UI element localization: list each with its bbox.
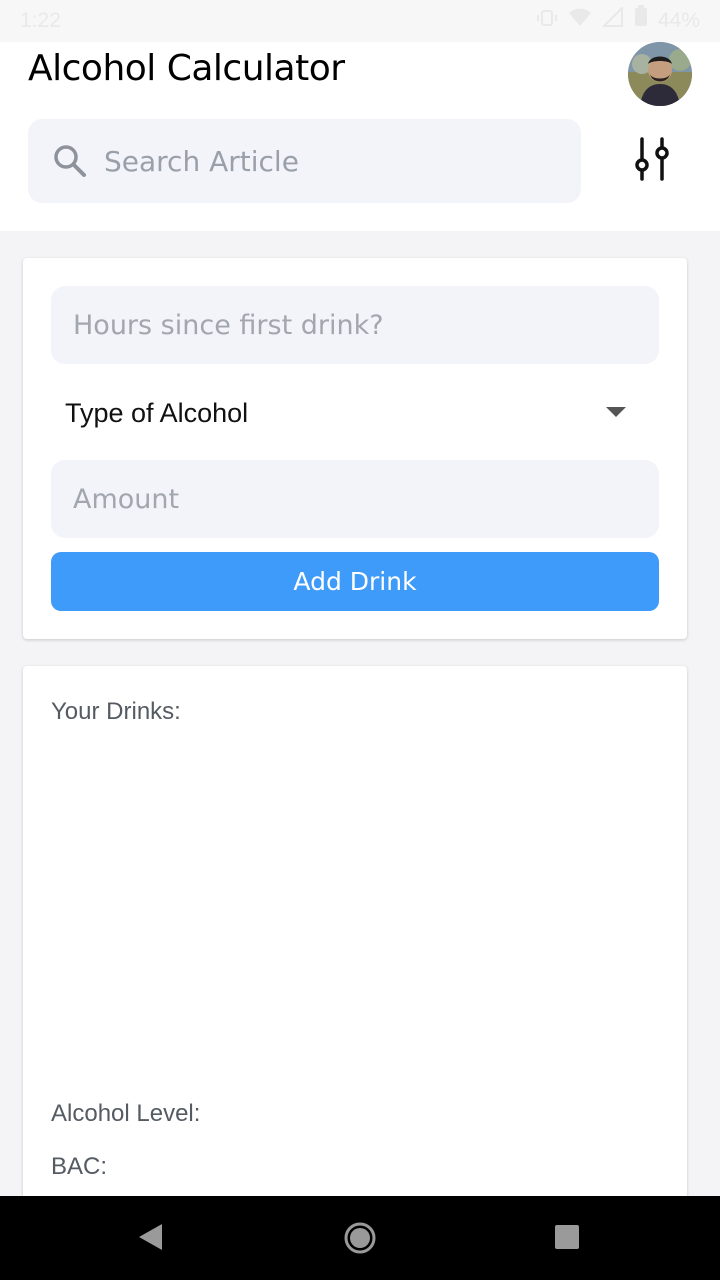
status-bar: 1:22 44% bbox=[0, 0, 720, 42]
signal-icon bbox=[601, 0, 624, 42]
system-nav-bar bbox=[0, 1196, 720, 1280]
bac-label: BAC: bbox=[51, 1153, 108, 1180]
page-title: Alcohol Calculator bbox=[28, 48, 345, 89]
search-box[interactable] bbox=[28, 119, 581, 203]
search-icon bbox=[54, 145, 86, 177]
alcohol-level-label: Alcohol Level: bbox=[51, 1100, 201, 1127]
battery-percent: 44% bbox=[657, 9, 700, 32]
sliders-icon[interactable] bbox=[632, 137, 672, 181]
drink-form-card: Type of Alcohol Add Drink bbox=[23, 258, 687, 639]
add-drink-button[interactable]: Add Drink bbox=[51, 552, 659, 611]
vibrate-icon bbox=[536, 0, 558, 42]
hours-input[interactable] bbox=[51, 286, 659, 364]
home-icon[interactable] bbox=[344, 1222, 376, 1254]
battery-icon bbox=[634, 0, 648, 42]
back-icon[interactable] bbox=[136, 1222, 164, 1252]
app-header: Alcohol Calculator bbox=[0, 42, 720, 231]
results-card: Your Drinks: Alcohol Level: BAC: bbox=[23, 666, 687, 1206]
recents-icon[interactable] bbox=[554, 1224, 580, 1250]
amount-input[interactable] bbox=[51, 460, 659, 538]
wifi-icon bbox=[568, 0, 592, 42]
alcohol-type-label: Type of Alcohol bbox=[65, 397, 249, 428]
status-time: 1:22 bbox=[20, 9, 61, 32]
user-avatar[interactable] bbox=[628, 42, 692, 106]
status-icons: 44% bbox=[536, 0, 700, 42]
caret-down-icon bbox=[606, 407, 626, 417]
alcohol-type-select[interactable]: Type of Alcohol bbox=[51, 378, 659, 448]
search-input[interactable] bbox=[104, 119, 564, 203]
your-drinks-label: Your Drinks: bbox=[51, 698, 181, 725]
